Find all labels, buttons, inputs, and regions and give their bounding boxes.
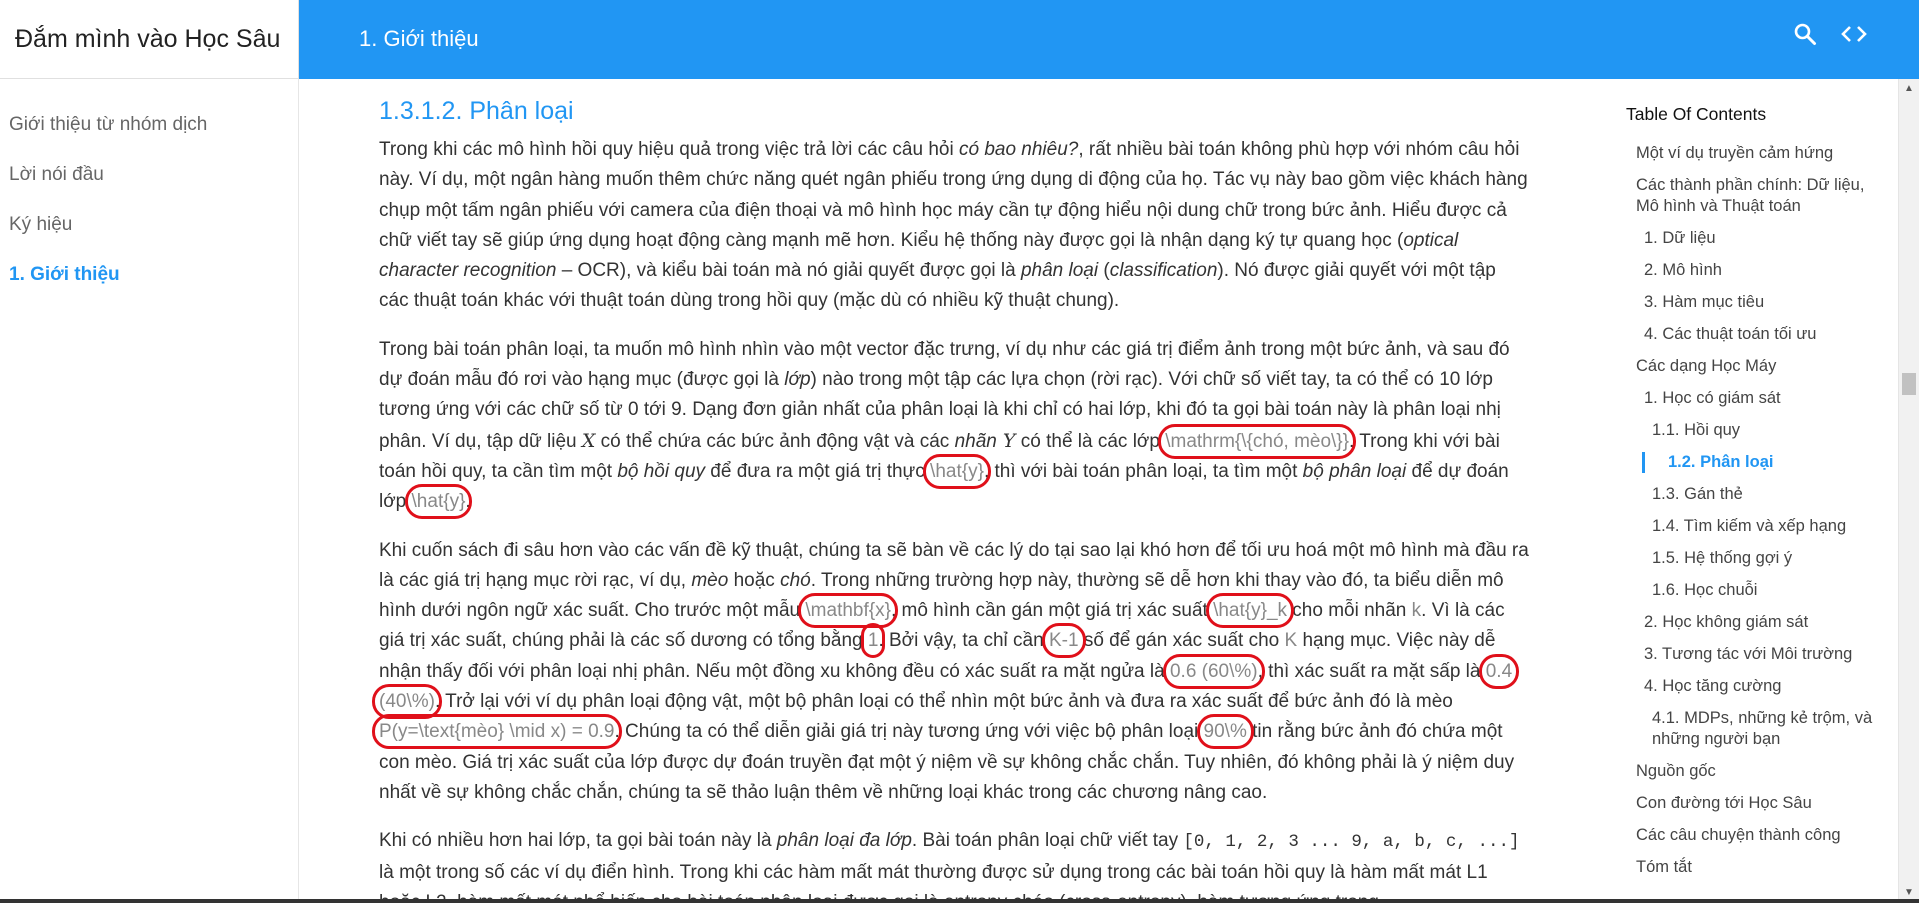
toc-item[interactable]: 4. Các thuật toán tối ưu [1626,324,1886,345]
unrendered-math: K [1284,630,1298,652]
toc-item[interactable]: Các thành phần chính: Dữ liệu, Mô hình v… [1626,175,1886,217]
text: . Chúng ta có thể diễn giải giá trị này … [614,721,1204,743]
toc-item[interactable]: 1.6. Học chuỗi [1626,580,1886,601]
toc-item[interactable]: 1. Dữ liệu [1626,228,1886,249]
math-inline: Y [996,429,1016,452]
unrendered-math: k [1411,600,1422,622]
text: có thể chứa các bức ảnh động vật và các [595,430,955,452]
emphasis: classification [1109,260,1218,282]
text: . Trở lại với ví dụ phân loại động vật, … [434,691,1453,713]
sidebar-item-gioi-thieu[interactable]: 1. Giới thiệu [9,264,120,286]
text: , thì xác suất ra mặt sấp là [1257,660,1486,682]
emphasis: nhãn [954,430,997,452]
toc-item[interactable]: 1.1. Hồi quy [1626,420,1886,441]
toc-item[interactable]: 1.4. Tìm kiếm và xếp hạng [1626,516,1886,537]
toc-title: Table Of Contents [1626,104,1767,124]
toc-item[interactable]: 1.3. Gán thẻ [1626,484,1886,505]
emphasis: bộ hồi quy [617,460,706,482]
text: là một trong số các ví dụ điển hình. Tro… [379,861,1488,903]
text: có thể là các lớp [1015,430,1166,452]
unrendered-math: 0.6 (60\%) [1162,653,1265,689]
paragraph-1: Trong khi các mô hình hồi quy hiệu quả t… [379,135,1529,317]
text: Khi có nhiều hơn hai lớp, ta gọi bài toá… [379,830,777,852]
text: . Bởi vậy, ta chỉ cần [878,630,1049,652]
toc-item[interactable]: 4.1. MDPs, những kẻ trộm, và những người… [1626,708,1886,750]
text: hoặc [728,569,781,591]
emphasis: chó [780,569,811,591]
toc-item[interactable]: 2. Học không giám sát [1626,612,1886,633]
emphasis: bộ phân loại [1302,460,1407,482]
page-scrollbar[interactable]: ▲ ▼ [1898,79,1919,903]
unrendered-math: 90\% [1196,714,1254,750]
text: số để gán xác suất cho [1078,630,1285,652]
paragraph-2: Trong bài toán phân loại, ta muốn mô hìn… [379,335,1529,520]
sidebar-item-loi-noi-dau[interactable]: Lời nói đầu [9,164,104,186]
emphasis: mèo [691,569,729,591]
emphasis: phân loại đa lớp [776,830,912,852]
text: Trong khi các mô hình hồi quy hiệu quả t… [379,139,959,160]
unrendered-math: \hat{y}_k [1206,593,1295,629]
toc-item[interactable]: Một ví dụ truyền cảm hứng [1626,143,1886,164]
table-of-contents: Table Of Contents Một ví dụ truyền cảm h… [1626,104,1886,889]
toc-item[interactable]: 2. Mô hình [1626,260,1886,281]
toc-item[interactable]: Các dạng Học Máy [1626,356,1886,377]
paragraph-3: Khi cuốn sách đi sâu hơn vào các vấn đề … [371,536,1529,809]
site-brand[interactable]: Đắm mình vào Học Sâu [0,0,299,79]
sidebar-item-nhom-dich[interactable]: Giới thiệu từ nhóm dịch [9,114,207,136]
inline-code: [0, 1, 2, 3 ... 9, a, b, c, ...] [1183,832,1520,853]
unrendered-math: \hat{y} [923,453,991,489]
unrendered-math: \mathrm{\{chó, mèo\}} [1158,423,1356,459]
emphasis: có bao nhiêu? [958,139,1079,160]
emphasis: phân loại [1020,260,1099,282]
toc-item-active[interactable]: 1.2. Phân loại [1642,452,1886,473]
paragraph-4: Khi có nhiều hơn hai lớp, ta gọi bài toá… [379,826,1529,903]
text: cho mỗi nhãn [1287,600,1412,622]
unrendered-math: K-1 [1042,623,1086,659]
text: ( [1098,260,1110,282]
page-title: 1. Giới thiệu [359,26,479,51]
toc-item[interactable]: Các câu chuyện thành công [1626,825,1886,846]
toc-item[interactable]: Tóm tắt [1626,857,1886,878]
toc-item[interactable]: 3. Hàm mục tiêu [1626,292,1886,313]
toc-item[interactable]: 1. Học có giám sát [1626,388,1886,409]
section-heading: 1.3.1.2. Phân loại [379,97,574,125]
text: , thì với bài toán phân loại, ta tìm một [983,460,1303,482]
text: . [465,491,471,513]
sidebar-nav: Giới thiệu từ nhóm dịch Lời nói đầu Ký h… [0,79,299,903]
top-bar-actions [1793,22,1869,46]
toc-item[interactable]: Con đường tới Học Sâu [1626,793,1886,814]
scroll-down-arrow-icon[interactable]: ▼ [1904,888,1914,898]
toc-item[interactable]: Nguồn gốc [1626,761,1886,782]
article: 1.3.1.2. Phân loại Trong khi các mô hình… [371,95,1529,903]
text: để đưa ra một giá trị thực [705,460,931,482]
search-icon[interactable] [1793,22,1817,46]
unrendered-math: \hat{y} [404,484,473,520]
toc-item[interactable]: 4. Học tăng cường [1626,676,1886,697]
bottom-edge [0,899,1919,903]
unrendered-math: \mathbf{x} [798,593,898,629]
text: , mô hình cần gán một giá trị xác suất [890,600,1214,622]
code-icon[interactable] [1839,22,1869,46]
scrollbar-thumb[interactable] [1902,373,1916,395]
sidebar-item-ky-hieu[interactable]: Ký hiệu [9,214,72,236]
unrendered-math: P(y=\text{mèo} \mid x) = 0.9 [372,714,622,750]
scroll-up-arrow-icon[interactable]: ▲ [1904,84,1914,94]
text: . Bài toán phân loại chữ viết tay [911,830,1184,852]
emphasis: lớp [784,369,811,391]
text: – OCR), và kiểu bài toán mà nó giải quyế… [556,260,1021,282]
toc-item[interactable]: 3. Tương tác với Môi trường [1626,644,1886,665]
unrendered-math: 1 [861,623,886,659]
math-inline: X [581,429,596,452]
toc-item[interactable]: 1.5. Hệ thống gợi ý [1626,548,1886,569]
